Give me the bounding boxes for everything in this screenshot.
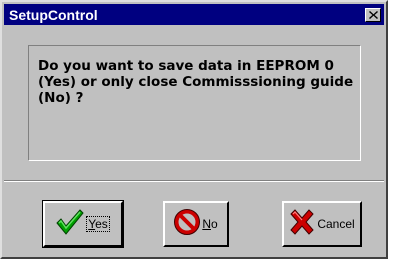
dialog-window: SetupControl Do you want to save data in… <box>0 0 388 259</box>
no-entry-icon <box>174 208 201 240</box>
yes-button[interactable]: Yes <box>42 200 124 248</box>
no-button-label: No <box>202 217 218 231</box>
cancel-button-label: Cancel <box>317 217 355 231</box>
close-icon <box>368 6 378 24</box>
checkmark-icon <box>56 208 84 240</box>
window-title: SetupControl <box>9 6 98 23</box>
title-bar[interactable]: SetupControl <box>4 4 384 25</box>
cancel-button[interactable]: Cancel <box>282 201 362 247</box>
yes-button-label: Yes <box>86 216 110 232</box>
message-panel: Do you want to save data in EEPROM 0 (Ye… <box>28 45 361 161</box>
close-button[interactable] <box>365 6 381 24</box>
no-button[interactable]: No <box>163 201 229 247</box>
x-cancel-icon <box>289 208 315 240</box>
message-text: Do you want to save data in EEPROM 0 (Ye… <box>38 58 354 106</box>
separator <box>4 180 384 182</box>
